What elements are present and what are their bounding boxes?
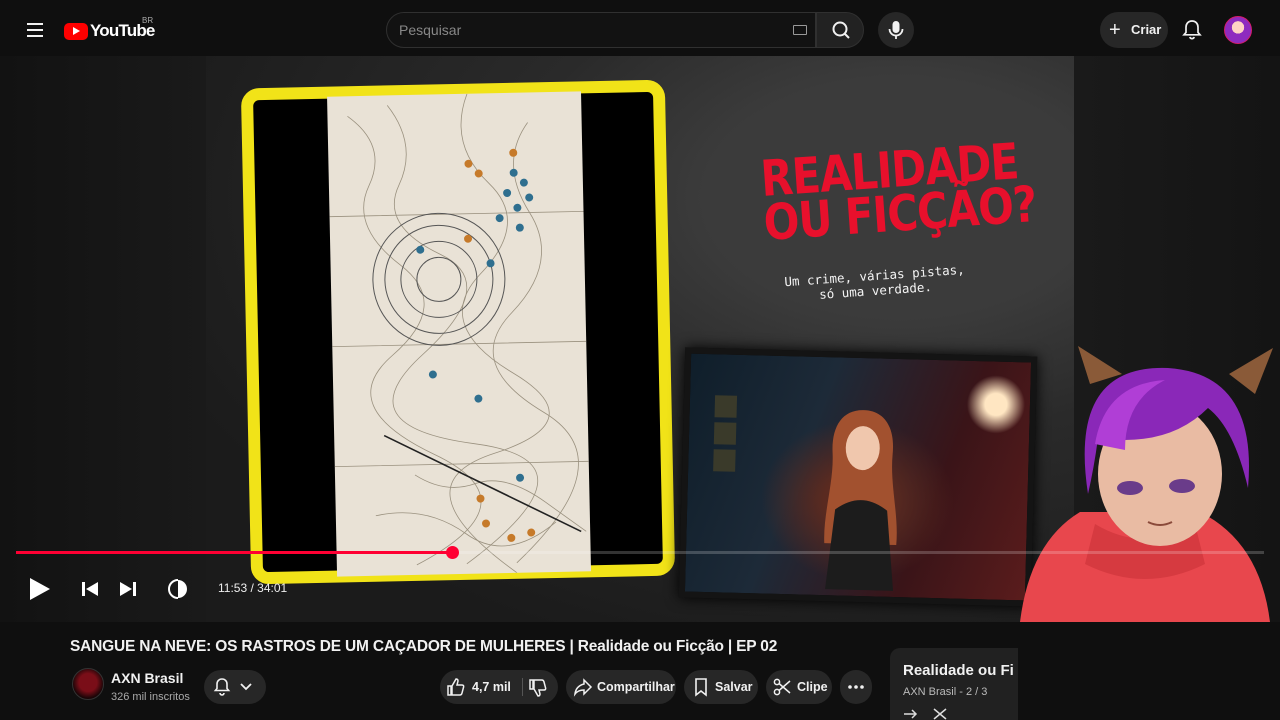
dislike-button[interactable] [524, 670, 558, 704]
channel-avatar[interactable] [72, 668, 104, 700]
time-total: 34:01 [257, 581, 288, 595]
clip-button[interactable]: Clipe [766, 670, 832, 704]
menu-button[interactable] [22, 18, 48, 42]
time-display: 11:53 / 34:01 [218, 581, 287, 595]
playlist-controls [904, 708, 947, 720]
like-divider [522, 678, 523, 696]
host-photo [678, 347, 1038, 607]
bell-icon [1182, 20, 1202, 40]
thumbs-up-icon [447, 678, 465, 696]
bookmark-icon [695, 678, 707, 697]
menu-icon-line [27, 29, 43, 31]
previous-button[interactable] [76, 574, 104, 604]
create-label: Criar [1131, 22, 1162, 37]
like-dislike-group: 4,7 mil [440, 670, 558, 704]
save-label: Salvar [715, 680, 753, 694]
time-current: 11:53 [218, 581, 248, 595]
logo-region-code: BR [142, 16, 154, 25]
progress-bar[interactable] [16, 546, 1264, 559]
next-button[interactable] [114, 574, 142, 604]
notifications-button[interactable] [1174, 12, 1210, 48]
bell-icon [213, 678, 231, 696]
scissors-icon [773, 678, 791, 696]
video-player[interactable]: REALIDADE OU FICÇÃO? Um crime, várias pi… [0, 56, 1280, 622]
search-button[interactable] [816, 12, 864, 48]
search-input[interactable] [399, 13, 779, 47]
share-button[interactable]: Compartilhar [566, 670, 676, 704]
vtuber-overlay [1020, 346, 1273, 622]
keyboard-icon[interactable] [793, 25, 807, 35]
voice-search-button[interactable] [878, 12, 914, 48]
like-count: 4,7 mil [472, 680, 511, 694]
map-image-frame [240, 79, 676, 585]
skip-next-icon [120, 582, 136, 596]
play-button[interactable] [24, 574, 56, 604]
channel-name[interactable]: AXN Brasil [111, 670, 183, 686]
search-icon [832, 21, 850, 39]
thumbnail-title-art: REALIDADE OU FICÇÃO? [759, 132, 1038, 252]
playlist-title: Realidade ou Fi [903, 662, 1014, 679]
player-letterbox-left [0, 56, 206, 622]
youtube-logo[interactable]: YouTube [64, 19, 155, 43]
share-label: Compartilhar [597, 680, 675, 694]
progress-scrubber[interactable] [445, 546, 459, 559]
youtube-play-icon [64, 22, 88, 40]
account-avatar[interactable] [1224, 16, 1252, 44]
map-image [327, 91, 592, 577]
video-title: SANGUE NA NEVE: OS RASTROS DE UM CAÇADOR… [70, 638, 778, 655]
more-actions-button[interactable] [840, 670, 872, 704]
progress-bar-played [16, 551, 452, 554]
top-bar: YouTube BR + Criar [0, 0, 1280, 58]
topographic-map [329, 93, 589, 574]
host-photo-suspect-icons [713, 395, 738, 472]
menu-icon [27, 23, 43, 25]
create-button[interactable]: + Criar [1100, 12, 1168, 48]
skip-previous-icon [82, 582, 98, 596]
play-icon [30, 578, 50, 600]
host-figure [824, 410, 897, 591]
search-box [386, 12, 816, 48]
loop-icon [904, 709, 918, 719]
playlist-panel[interactable]: Realidade ou Fi AXN Brasil - 2 / 3 [890, 648, 1018, 720]
more-horizontal-icon [848, 685, 864, 689]
thumbs-down-icon [529, 679, 547, 697]
volume-button[interactable] [164, 574, 192, 604]
plus-icon: + [1109, 19, 1121, 41]
time-separator: / [247, 581, 258, 595]
chevron-down-icon [240, 683, 252, 691]
shuffle-icon [933, 708, 947, 720]
mic-icon [888, 21, 904, 39]
playlist-meta: AXN Brasil - 2 / 3 [903, 686, 988, 698]
menu-icon-line [27, 35, 43, 37]
subscription-bell-button[interactable] [204, 670, 266, 704]
share-icon [573, 678, 593, 697]
clip-label: Clipe [797, 680, 828, 694]
channel-subscriber-count: 326 mil inscritos [111, 691, 190, 703]
like-button[interactable]: 4,7 mil [440, 670, 518, 704]
volume-icon [168, 579, 187, 599]
save-button[interactable]: Salvar [684, 670, 758, 704]
